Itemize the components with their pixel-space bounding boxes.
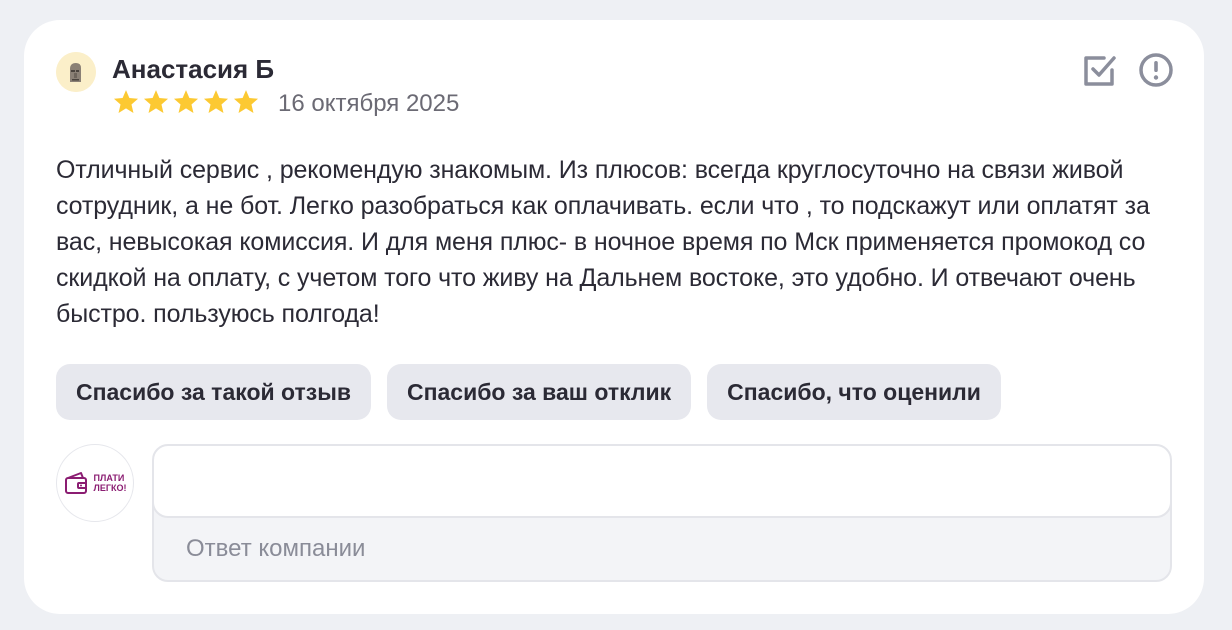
quick-reply-chip[interactable]: Спасибо, что оценили (707, 364, 1001, 420)
company-logo: ПЛАТИ ЛЕГКО! (56, 444, 134, 522)
exclamation-circle-icon (1139, 53, 1173, 87)
review-card: Анастасия Б 16 октября 2025 Отличный сер… (24, 20, 1204, 614)
quick-replies: Спасибо за такой отзыв Спасибо за ваш от… (56, 364, 1001, 420)
author-name: Анастасия Б (112, 54, 275, 84)
avatar[interactable] (56, 52, 96, 92)
logo-text: ПЛАТИ ЛЕГКО! (94, 473, 127, 493)
company-reply-box: Ответ компании (152, 444, 1172, 582)
reply-label: Ответ компании (186, 535, 366, 562)
logo-text-line2: ЛЕГКО! (93, 483, 127, 493)
reply-input[interactable] (154, 446, 1170, 518)
star-icon (113, 90, 139, 113)
star-icon (203, 90, 229, 113)
review-text: Отличный сервис , рекомендую знакомым. И… (56, 156, 1150, 328)
logo-text-line1: ПЛАТИ (93, 473, 125, 483)
checkbox-check-icon (1084, 56, 1116, 86)
quick-reply-chip[interactable]: Спасибо за такой отзыв (56, 364, 371, 420)
report-button[interactable] (1136, 50, 1176, 90)
wallet-icon (64, 472, 87, 494)
quick-reply-chip[interactable]: Спасибо за ваш отклик (386, 364, 692, 420)
rating-stars (112, 88, 260, 118)
moai-avatar-icon (56, 52, 96, 92)
star-icon (173, 90, 199, 113)
star-icon (233, 90, 259, 113)
review-date: 16 октября 2025 (278, 90, 460, 117)
star-icon (143, 90, 169, 113)
mark-done-button[interactable] (1080, 50, 1120, 90)
